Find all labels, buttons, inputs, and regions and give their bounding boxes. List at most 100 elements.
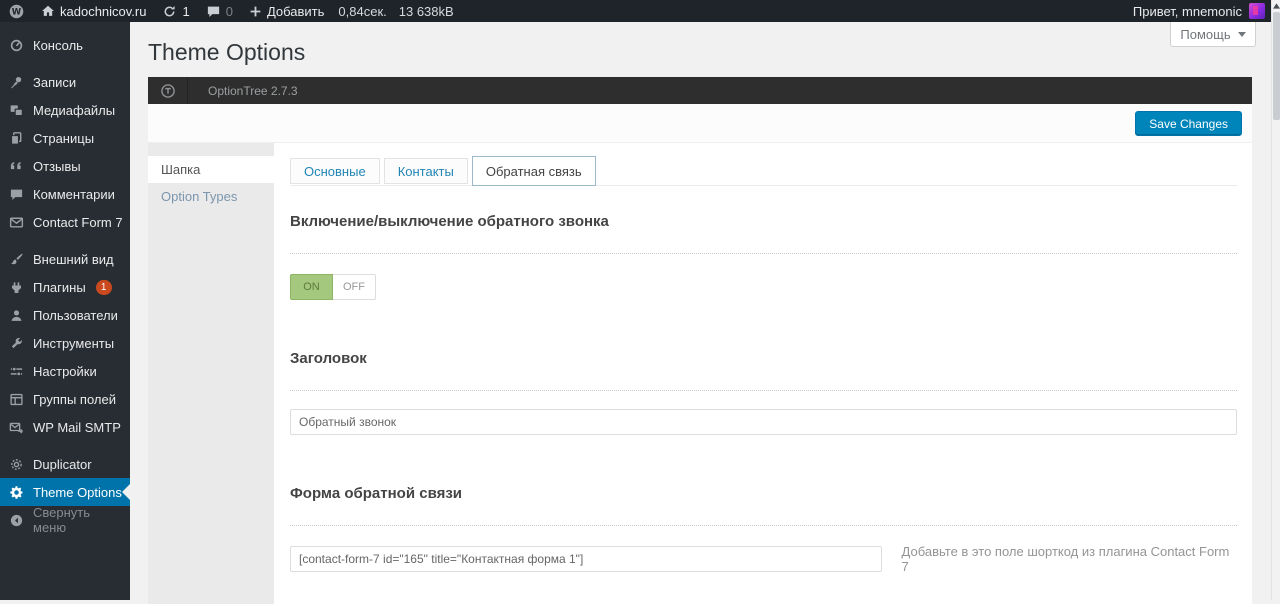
optiontree-header: OptionTree 2.7.3 xyxy=(148,77,1252,104)
comments-menu[interactable]: 0 xyxy=(198,0,241,22)
sidebar-item-label: Записи xyxy=(33,74,77,90)
mail-icon xyxy=(9,215,24,230)
sidebar-item-plugins[interactable]: Плагины 1 xyxy=(0,273,130,301)
memory-stat: 13 638kB xyxy=(398,3,454,19)
toggle-off-option[interactable]: OFF xyxy=(333,274,376,300)
sliders-icon xyxy=(9,364,24,379)
mail-send-icon xyxy=(9,420,24,435)
sidebar-item-pages[interactable]: Страницы xyxy=(0,124,130,152)
main-content: Помощь Theme Options OptionTree 2.7.3 Sa… xyxy=(130,22,1271,604)
shortcode-control-row: Добавьте в это поле шорткод из плагина C… xyxy=(290,544,1237,574)
dotted-divider xyxy=(290,390,1237,391)
chevron-down-icon xyxy=(1237,31,1246,37)
section-heading-callback-toggle: Включение/выключение обратного звонка xyxy=(290,213,609,230)
section-heading-feedback-form: Форма обратной связи xyxy=(290,485,463,502)
sidebar-item-contact-form-7[interactable]: Contact Form 7 xyxy=(0,208,130,236)
sidebar-item-label: Консоль xyxy=(33,37,83,53)
site-link[interactable]: kadochnicov.ru xyxy=(33,0,154,22)
sidenav-item-header[interactable]: Шапка xyxy=(148,156,274,183)
updates-menu[interactable]: 1 xyxy=(154,0,197,22)
load-time-stat: 0,84сек. xyxy=(338,3,387,19)
sidebar-item-appearance[interactable]: Внешний вид xyxy=(0,245,130,273)
sidebar-item-label: Комментарии xyxy=(33,186,115,202)
gear-icon xyxy=(9,485,24,500)
sidebar-item-comments[interactable]: Комментарии xyxy=(0,180,130,208)
sidebar-item-field-groups[interactable]: Группы полей xyxy=(0,385,130,413)
avatar xyxy=(1249,3,1265,19)
page-scrollbar[interactable] xyxy=(1271,0,1280,600)
save-changes-button[interactable]: Save Changes xyxy=(1135,111,1242,136)
quote-icon xyxy=(9,159,24,174)
sidebar-item-label: Инструменты xyxy=(33,335,115,351)
optiontree-version-title: OptionTree 2.7.3 xyxy=(208,83,298,98)
tab-contacts[interactable]: Контакты xyxy=(383,158,468,184)
duplicator-gear-icon xyxy=(9,457,24,472)
scroll-up-arrow-icon[interactable] xyxy=(1272,0,1280,11)
pages-icon xyxy=(9,131,24,146)
shortcode-hint: Добавьте в это поле шорткод из плагина C… xyxy=(901,544,1230,574)
scrollbar-thumb[interactable] xyxy=(1273,12,1280,120)
sidebar-item-settings[interactable]: Настройки xyxy=(0,357,130,385)
sidebar-item-testimonials[interactable]: Отзывы xyxy=(0,152,130,180)
tab-general[interactable]: Основные xyxy=(290,158,380,184)
home-icon xyxy=(41,4,55,18)
sidebar-item-label: Группы полей xyxy=(33,391,116,407)
sidebar-item-label: Theme Options xyxy=(33,484,122,500)
sidebar-item-tools[interactable]: Инструменты xyxy=(0,329,130,357)
sidebar-item-users[interactable]: Пользователи xyxy=(0,301,130,329)
pin-icon xyxy=(9,75,24,90)
comment-icon xyxy=(9,187,24,202)
wordpress-logo-menu[interactable]: W xyxy=(0,0,33,22)
callback-title-input[interactable] xyxy=(290,409,1237,435)
sidebar-item-label: Свернуть меню xyxy=(33,505,91,535)
tab-feedback[interactable]: Обратная связь xyxy=(471,156,596,186)
svg-text:W: W xyxy=(12,7,22,17)
sidebar-item-label: Настройки xyxy=(33,363,97,379)
sidebar-item-dashboard[interactable]: Консоль xyxy=(0,31,130,59)
add-new-label: Добавить xyxy=(266,3,325,19)
table-icon xyxy=(9,392,24,407)
toggle-on-option[interactable]: ON xyxy=(290,274,333,300)
sidebar-item-label: Отзывы xyxy=(33,158,81,174)
sidebar-item-label: Contact Form 7 xyxy=(33,214,123,230)
collapse-icon xyxy=(9,513,24,528)
sidebar-item-theme-options[interactable]: Theme Options xyxy=(0,478,130,506)
admin-bar: W kadochnicov.ru 1 0 Добавить 0,84сек. 1… xyxy=(0,0,1271,22)
sidebar-item-posts[interactable]: Записи xyxy=(0,68,130,96)
optiontree-body: Шапка Option Types Основные Контакты Обр… xyxy=(148,143,1252,604)
dashboard-icon xyxy=(9,38,24,53)
sidebar-item-label: Плагины xyxy=(33,279,86,295)
sidebar-item-media[interactable]: Медиафайлы xyxy=(0,96,130,124)
add-new-menu[interactable]: Добавить xyxy=(241,0,332,22)
sidebar-item-label: Внешний вид xyxy=(33,251,114,267)
page-title: Theme Options xyxy=(148,39,306,65)
optiontree-side-nav: Шапка Option Types xyxy=(148,143,274,604)
title-control-row xyxy=(290,409,1237,435)
help-button[interactable]: Помощь xyxy=(1170,22,1256,47)
plugin-icon xyxy=(9,280,24,295)
optiontree-content: Основные Контакты Обратная связь Включен… xyxy=(274,143,1252,604)
account-menu[interactable]: Привет, mnemonic xyxy=(1133,0,1271,22)
wrench-icon xyxy=(9,336,24,351)
optiontree-logo-icon xyxy=(148,77,188,104)
sidebar-collapse-menu[interactable]: Свернуть меню xyxy=(0,505,130,535)
help-label: Помощь xyxy=(1180,26,1231,42)
comment-icon xyxy=(206,4,221,19)
plugins-update-badge: 1 xyxy=(95,279,112,295)
sidebar-item-label: Duplicator xyxy=(33,456,92,472)
updates-count: 1 xyxy=(182,3,190,19)
save-row: Save Changes xyxy=(148,104,1252,143)
user-icon xyxy=(9,308,24,323)
sidebar-item-label: Медиафайлы xyxy=(33,102,116,118)
section-heading-title: Заголовок xyxy=(290,350,367,367)
sidebar-item-wp-mail-smtp[interactable]: WP Mail SMTP xyxy=(0,413,130,441)
tab-bar: Основные Контакты Обратная связь xyxy=(290,156,1237,186)
shortcode-input[interactable] xyxy=(290,546,882,572)
sidenav-item-option-types[interactable]: Option Types xyxy=(148,183,274,210)
on-off-toggle[interactable]: ON OFF xyxy=(290,274,376,300)
comments-count: 0 xyxy=(225,3,233,19)
site-name: kadochnicov.ru xyxy=(60,3,147,19)
update-icon xyxy=(162,4,177,19)
dotted-divider xyxy=(290,253,1237,254)
sidebar-item-duplicator[interactable]: Duplicator xyxy=(0,450,130,478)
